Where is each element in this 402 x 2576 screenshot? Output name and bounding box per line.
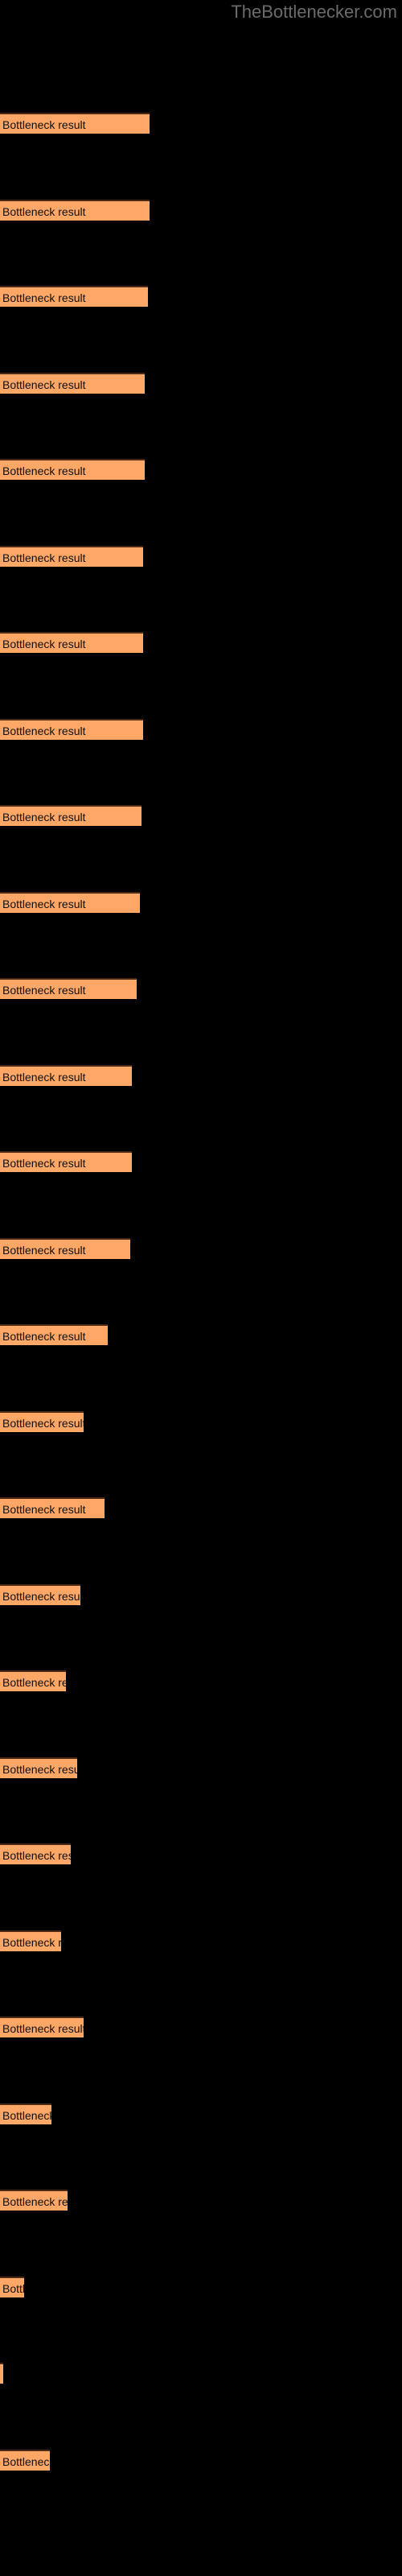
bar-rect[interactable]: Bottleneck result bbox=[0, 199, 150, 221]
bar-label: Bottleneck result bbox=[2, 897, 86, 910]
bar-rect[interactable]: Bottleneck result bbox=[0, 632, 143, 653]
bar-label: Bottleneck result bbox=[2, 1157, 86, 1170]
bar-label: Bottleneck result bbox=[2, 1762, 77, 1776]
bar-label: Bottleneck result bbox=[2, 1676, 66, 1689]
bar-rect[interactable]: Bottleneck result bbox=[0, 1497, 105, 1518]
bar-rect[interactable]: Bottleneck result bbox=[0, 1583, 80, 1605]
bar-rect[interactable]: Bottleneck result bbox=[0, 2276, 24, 2297]
bar-label: Bottleneck result bbox=[2, 118, 86, 131]
bar-rect[interactable]: Bottleneck result bbox=[0, 1757, 77, 1778]
bar-rect[interactable]: Bottleneck result bbox=[0, 286, 148, 307]
bar-series-container: Bottleneck result Bottleneck result Bottle… bbox=[0, 0, 402, 2576]
bar-rect[interactable]: Bottleneck result bbox=[0, 1151, 132, 1172]
bar-rect[interactable]: Bottleneck result bbox=[0, 113, 150, 134]
bar-rect[interactable]: Bottleneck result bbox=[0, 1930, 61, 1951]
bar-rect[interactable]: Bottleneck result bbox=[0, 978, 137, 999]
bar-label: Bottleneck result bbox=[2, 2022, 84, 2035]
bar-label: Bottleneck result bbox=[2, 2108, 51, 2122]
bar-rect[interactable]: Bottleneck result bbox=[0, 1670, 66, 1691]
bar-label: Bottleneck result bbox=[2, 1243, 86, 1257]
bar-label: Bottleneck result bbox=[2, 1935, 61, 1949]
bar-label: Bottleneck result bbox=[2, 811, 86, 824]
bar-label: Bottleneck result bbox=[2, 2281, 24, 2295]
bar-rect[interactable]: Bottleneck result bbox=[0, 2103, 51, 2124]
bar-rect[interactable]: Bottleneck result bbox=[0, 1324, 108, 1345]
bottleneck-bar-chart: TheBottlenecker.com Bottleneck result Bot… bbox=[0, 0, 402, 2576]
bar-label: Bottleneck result bbox=[2, 638, 86, 650]
bar-label: Bottleneck result bbox=[2, 724, 86, 737]
bar-label: Bottleneck result bbox=[2, 204, 86, 218]
bar-rect[interactable]: Bottleneck result bbox=[0, 1064, 132, 1086]
bar-label: Bottleneck result bbox=[2, 1070, 86, 1084]
bar-rect[interactable]: Bottleneck result bbox=[0, 891, 140, 913]
bar-label: Bottleneck result bbox=[2, 2454, 50, 2468]
bar-label: Bottleneck result bbox=[2, 378, 86, 391]
bar-rect[interactable]: Bottleneck result bbox=[0, 2363, 3, 2384]
bar-label: Bottleneck result bbox=[2, 291, 86, 304]
bar-label: Bottleneck result bbox=[2, 1503, 86, 1516]
bar-rect[interactable]: Bottleneck result bbox=[0, 372, 145, 394]
bar-label: Bottleneck result bbox=[2, 984, 86, 997]
bar-rect[interactable]: Bottleneck result bbox=[0, 545, 143, 567]
bar-rect[interactable]: Bottleneck result bbox=[0, 805, 142, 826]
bar-label: Bottleneck result bbox=[2, 1849, 71, 1862]
bar-label: Bottleneck result bbox=[2, 1589, 80, 1603]
bar-rect[interactable]: Bottleneck result bbox=[0, 1410, 84, 1432]
bar-label: Bottleneck result bbox=[2, 2195, 68, 2208]
bar-rect[interactable]: Bottleneck result bbox=[0, 1237, 130, 1259]
bar-rect[interactable]: Bottleneck result bbox=[0, 2017, 84, 2037]
bar-rect[interactable]: Bottleneck result bbox=[0, 718, 143, 740]
bar-rect[interactable]: Bottleneck result bbox=[0, 1843, 71, 1864]
bar-rect[interactable]: Bottleneck result bbox=[0, 459, 145, 480]
bar-label: Bottleneck result bbox=[2, 1416, 84, 1430]
bar-label: Bottleneck result bbox=[2, 2367, 3, 2383]
bar-label: Bottleneck result bbox=[2, 551, 86, 564]
bar-label: Bottleneck result bbox=[2, 464, 86, 477]
bar-rect[interactable]: Bottleneck result bbox=[0, 2449, 50, 2471]
bar-label: Bottleneck result bbox=[2, 1330, 86, 1343]
bar-rect[interactable]: Bottleneck result bbox=[0, 2190, 68, 2211]
